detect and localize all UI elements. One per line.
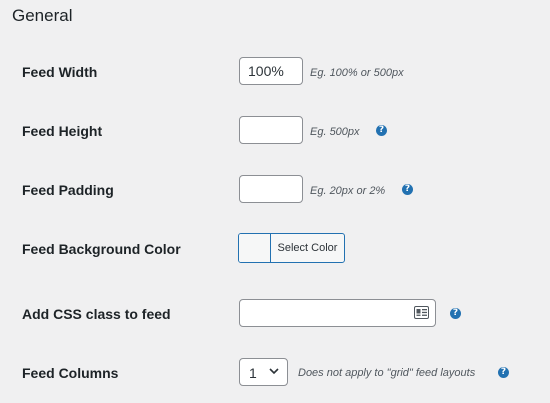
feed-columns-hint: Does not apply to "grid" feed layouts	[298, 367, 476, 379]
help-icon[interactable]: ?	[376, 125, 387, 136]
help-icon[interactable]: ?	[402, 184, 413, 195]
feed-background-color-label: Feed Background Color	[22, 241, 181, 257]
feed-columns-selected: 1	[249, 365, 257, 381]
help-icon[interactable]: ?	[498, 367, 509, 378]
feed-padding-hint: Eg. 20px or 2%	[310, 185, 386, 197]
feed-width-hint: Eg. 100% or 500px	[310, 67, 404, 79]
feed-height-input[interactable]	[239, 116, 303, 144]
feed-width-input[interactable]	[239, 57, 303, 85]
feed-padding-input[interactable]	[239, 175, 303, 203]
feed-height-hint: Eg. 500px	[310, 126, 360, 138]
chevron-down-icon	[269, 368, 279, 375]
color-picker-button[interactable]: Select Color	[238, 233, 345, 263]
feed-columns-select[interactable]: 1	[239, 358, 288, 386]
help-icon[interactable]: ?	[450, 308, 461, 319]
feed-height-label: Feed Height	[22, 123, 103, 139]
contact-card-icon	[414, 306, 429, 319]
color-swatch[interactable]	[239, 234, 271, 262]
select-color-label[interactable]: Select Color	[271, 234, 344, 262]
section-title: General	[12, 6, 73, 25]
feed-columns-label: Feed Columns	[22, 365, 119, 381]
css-class-input[interactable]	[239, 299, 436, 327]
feed-padding-label: Feed Padding	[22, 182, 114, 198]
css-class-label: Add CSS class to feed	[22, 306, 171, 322]
feed-width-label: Feed Width	[22, 64, 98, 80]
